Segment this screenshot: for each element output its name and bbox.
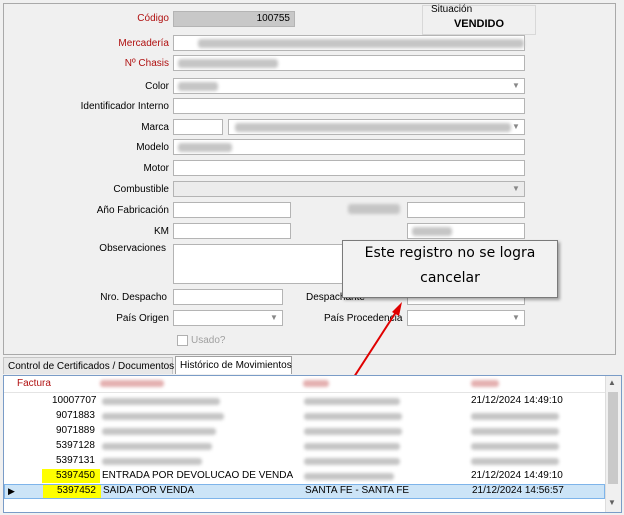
local-cell: SANTA FE - SANTA FE (305, 485, 410, 496)
factura-cell: 5397128 (56, 440, 95, 451)
scroll-thumb[interactable] (608, 392, 618, 484)
fecha-cell: 21/12/2024 14:49:10 (471, 395, 563, 406)
tab-certificados[interactable]: Control de Certificados / Documentos (3, 357, 174, 374)
table-row-selected[interactable]: ▶ 5397452 SAIDA POR VENDA SANTA FE - SAN… (4, 484, 605, 499)
factura-cell: 9071883 (56, 410, 95, 421)
blurred-header (303, 380, 329, 387)
tab-historico[interactable]: Histórico de Movimientos (175, 356, 292, 374)
table-row[interactable]: 5397450 ENTRADA POR DEVOLUCAO DE VENDA 2… (4, 469, 605, 483)
factura-cell: 9071889 (56, 425, 95, 436)
table-row[interactable]: 5397131 (4, 454, 605, 468)
window: Código 100755 Situación VENDIDO Mercader… (0, 0, 624, 515)
fecha-cell: 21/12/2024 14:49:10 (471, 470, 563, 481)
blurred-header (100, 380, 164, 387)
scroll-up-icon[interactable]: ▲ (608, 378, 616, 387)
table-row[interactable]: 9071883 (4, 409, 605, 423)
vertical-scrollbar[interactable]: ▲ ▼ (605, 376, 621, 512)
factura-cell: 10007707 (52, 395, 97, 406)
movimientos-grid: Factura 10007707 21/12/2024 14:49:10 907… (3, 375, 622, 513)
table-row[interactable]: 5397128 (4, 439, 605, 453)
blurred-header (471, 380, 499, 387)
factura-header: Factura (17, 378, 51, 389)
row-pointer-icon: ▶ (8, 486, 15, 496)
table-row[interactable]: 9071889 (4, 424, 605, 438)
tipo-cell: SAIDA POR VENDA (103, 485, 195, 496)
factura-cell: 5397131 (56, 455, 95, 466)
fecha-cell: 21/12/2024 14:56:57 (472, 485, 564, 496)
grid-header: Factura (4, 376, 605, 393)
factura-cell: 5397450 (56, 470, 95, 481)
scroll-down-icon[interactable]: ▼ (608, 498, 616, 507)
factura-cell: 5397452 (57, 485, 96, 496)
tipo-cell: ENTRADA POR DEVOLUCAO DE VENDA (102, 470, 294, 481)
table-row[interactable]: 10007707 21/12/2024 14:49:10 (4, 394, 605, 408)
